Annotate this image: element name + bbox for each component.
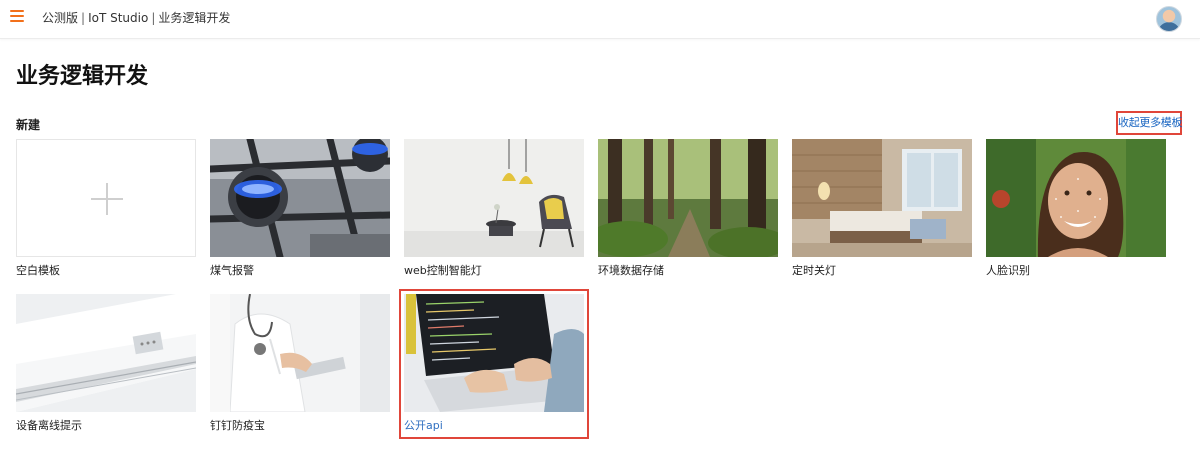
breadcrumb-separator: | bbox=[151, 11, 156, 25]
template-label: 设备离线提示 bbox=[16, 419, 82, 432]
top-bar: 公测版 | IoT Studio | 业务逻辑开发 bbox=[0, 0, 1200, 39]
breadcrumb-item-beta[interactable]: 公测版 bbox=[42, 11, 78, 25]
breadcrumb-item-current: 业务逻辑开发 bbox=[158, 11, 231, 25]
template-label: 人脸识别 bbox=[986, 264, 1030, 277]
template-label: 公开api bbox=[404, 419, 443, 432]
forest-photo bbox=[598, 139, 778, 257]
template-label: 煤气报警 bbox=[210, 264, 254, 277]
template-card-public-api[interactable]: 公开api bbox=[399, 289, 589, 439]
hamburger-icon[interactable] bbox=[10, 10, 24, 24]
template-label: 钉钉防疫宝 bbox=[210, 419, 265, 432]
page-title: 业务逻辑开发 bbox=[16, 64, 149, 89]
template-card-face-recognition[interactable]: 人脸识别 bbox=[986, 139, 1166, 279]
breadcrumb: 公测版 | IoT Studio | 业务逻辑开发 bbox=[42, 10, 230, 26]
template-card-device-offline-alert[interactable]: 设备离线提示 bbox=[16, 294, 196, 434]
bedroom-photo bbox=[792, 139, 972, 257]
template-label: web控制智能灯 bbox=[404, 264, 482, 277]
template-card-timed-light-off[interactable]: 定时关灯 bbox=[792, 139, 972, 279]
air-conditioner-photo bbox=[16, 294, 196, 412]
section-title-new: 新建 bbox=[16, 118, 41, 132]
laptop-code-photo bbox=[404, 294, 584, 412]
breadcrumb-item-iot-studio[interactable]: IoT Studio bbox=[88, 11, 148, 25]
doctor-tablet-photo bbox=[210, 294, 390, 412]
plus-icon bbox=[91, 183, 123, 215]
template-label: 空白模板 bbox=[16, 264, 60, 277]
blank-template-thumbnail bbox=[16, 139, 196, 257]
template-card-dingtalk-epidemic[interactable]: 钉钉防疫宝 bbox=[210, 294, 390, 434]
breadcrumb-separator: | bbox=[81, 11, 86, 25]
template-card-blank[interactable]: 空白模板 bbox=[16, 139, 196, 279]
template-card-gas-alarm[interactable]: 煤气报警 bbox=[210, 139, 390, 279]
template-card-env-data-storage[interactable]: 环境数据存储 bbox=[598, 139, 778, 279]
gas-stove-photo bbox=[210, 139, 390, 257]
user-avatar[interactable] bbox=[1156, 6, 1182, 32]
pendant-lamp-room-photo bbox=[404, 139, 584, 257]
collapse-more-templates-link[interactable]: 收起更多模板 bbox=[1116, 111, 1183, 135]
template-card-web-smart-light[interactable]: web控制智能灯 bbox=[404, 139, 584, 279]
template-label: 环境数据存储 bbox=[598, 264, 664, 277]
face-recognition-photo bbox=[986, 139, 1166, 257]
template-label: 定时关灯 bbox=[792, 264, 836, 277]
